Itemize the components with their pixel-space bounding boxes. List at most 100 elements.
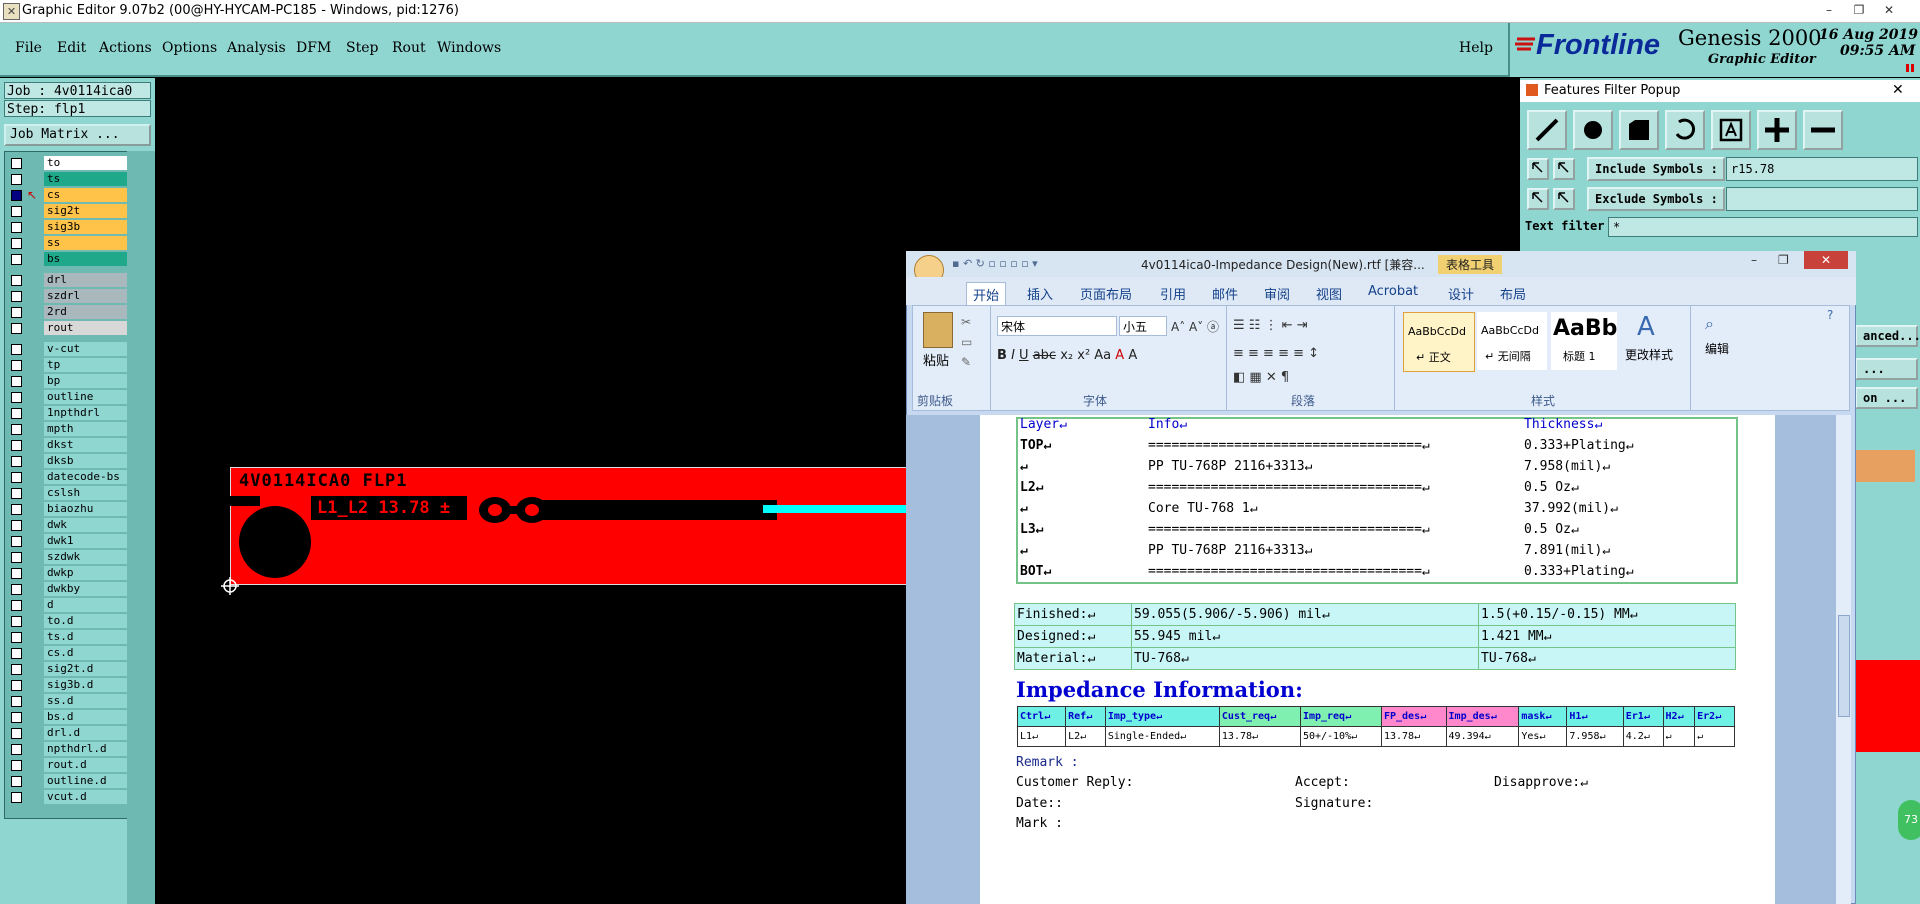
edit-label[interactable]: 编辑 (1705, 340, 1729, 357)
close-button[interactable]: ✕ (1876, 1, 1902, 19)
layer-checkbox[interactable] (11, 792, 22, 803)
layer-row[interactable]: outline.d (7, 774, 128, 788)
layer-row[interactable]: to (7, 156, 128, 170)
layer-checkbox[interactable] (11, 696, 22, 707)
layer-row[interactable]: dwkby (7, 582, 128, 596)
layer-row[interactable]: tp (7, 358, 128, 372)
change-styles-label[interactable]: 更改样式 (1625, 346, 1673, 363)
layer-name[interactable]: ts (44, 172, 128, 186)
layer-name[interactable]: cslsh (44, 486, 128, 500)
tab-design[interactable]: 设计 (1448, 284, 1474, 303)
layer-name[interactable]: outline (44, 390, 128, 404)
layer-checkbox[interactable] (11, 222, 22, 233)
layer-row[interactable]: bs.d (7, 710, 128, 724)
layer-checkbox[interactable] (11, 190, 22, 201)
layer-name[interactable]: tp (44, 358, 128, 372)
layer-checkbox[interactable] (11, 664, 22, 675)
menu-dfm[interactable]: DFM (296, 40, 331, 56)
layer-row[interactable]: dwkp (7, 566, 128, 580)
layer-name[interactable]: bp (44, 374, 128, 388)
text-filter-button[interactable] (1711, 110, 1751, 150)
layer-row[interactable]: v-cut (7, 342, 128, 356)
layer-name[interactable]: sig3b.d (44, 678, 128, 692)
style-normal[interactable]: AaBbCcDd ↵ 正文 (1403, 312, 1475, 372)
menu-windows[interactable]: Windows (437, 40, 501, 56)
menu-options[interactable]: Options (162, 40, 217, 56)
layer-name[interactable]: drl.d (44, 726, 128, 740)
font-name-select[interactable]: 宋体 (997, 316, 1117, 336)
menu-actions[interactable]: Actions (99, 40, 152, 56)
change-styles-icon[interactable]: A (1637, 312, 1655, 342)
layer-name[interactable]: sig2t (44, 204, 128, 218)
layer-checkbox[interactable] (11, 424, 22, 435)
layer-checkbox[interactable] (11, 307, 22, 318)
layer-checkbox[interactable] (11, 600, 22, 611)
layer-row[interactable]: npthdrl.d (7, 742, 128, 756)
layer-checkbox[interactable] (11, 344, 22, 355)
pad-filter-button[interactable] (1573, 110, 1613, 150)
layer-row[interactable]: szdwk (7, 550, 128, 564)
text-filter-input[interactable]: * (1608, 217, 1918, 237)
layer-row[interactable]: datecode-bs (7, 470, 128, 484)
include-pick-button[interactable] (1527, 158, 1549, 180)
layer-checkbox[interactable] (11, 552, 22, 563)
layer-row[interactable]: 2rd (7, 305, 128, 319)
layer-checkbox[interactable] (11, 712, 22, 723)
layer-row[interactable]: ts (7, 172, 128, 186)
layer-name[interactable]: szdwk (44, 550, 128, 564)
filter-option-button[interactable]: on ... (1855, 387, 1918, 409)
layer-row[interactable]: cs.d (7, 646, 128, 660)
layer-row[interactable]: dwk (7, 518, 128, 532)
tab-acrobat[interactable]: Acrobat (1368, 284, 1418, 299)
layer-name[interactable]: cs (44, 188, 128, 202)
layer-checkbox[interactable] (11, 323, 22, 334)
layer-name[interactable]: sig3b (44, 220, 128, 234)
layer-checkbox[interactable] (11, 536, 22, 547)
layer-checkbox[interactable] (11, 392, 22, 403)
layer-row[interactable]: drl.d (7, 726, 128, 740)
menu-help[interactable]: Help (1459, 40, 1493, 56)
layer-row[interactable]: vcut.d (7, 790, 128, 804)
layer-row[interactable]: sig3b (7, 220, 128, 234)
layer-name[interactable]: dwk (44, 518, 128, 532)
pcb-board[interactable]: 4V0114ICA0 FLP1 L1_L2 13.78 ± (230, 467, 919, 585)
layer-checkbox[interactable] (11, 206, 22, 217)
layer-name[interactable]: drl (44, 273, 128, 287)
tooling-hole[interactable] (239, 506, 311, 578)
layer-checkbox[interactable] (11, 568, 22, 579)
exclude-pick-button[interactable] (1527, 188, 1549, 210)
layer-checkbox[interactable] (11, 648, 22, 659)
menu-file[interactable]: File (15, 40, 42, 56)
word-min-button[interactable]: – (1751, 253, 1757, 267)
layer-row[interactable]: ss.d (7, 694, 128, 708)
word-help-icon[interactable]: ? (1827, 308, 1833, 322)
layer-checkbox[interactable] (11, 632, 22, 643)
exclude-symbols-input[interactable] (1726, 187, 1918, 211)
layer-name[interactable]: dwkby (44, 582, 128, 596)
layer-checkbox[interactable] (11, 174, 22, 185)
tab-insert[interactable]: 插入 (1027, 284, 1053, 303)
layer-row[interactable]: sig3b.d (7, 678, 128, 692)
pause-icon[interactable] (1905, 61, 1915, 72)
layer-row[interactable]: rout (7, 321, 128, 335)
layer-name[interactable]: datecode-bs (44, 470, 128, 484)
advanced-button[interactable]: anced... (1855, 325, 1920, 347)
layer-checkbox[interactable] (11, 520, 22, 531)
layer-name[interactable]: dkst (44, 438, 128, 452)
shading-border-buttons[interactable]: ◧ ▦ ✕ ¶ (1233, 370, 1289, 385)
layer-checkbox[interactable] (11, 488, 22, 499)
paste-label[interactable]: 粘贴 (923, 350, 949, 369)
layer-name[interactable]: biaozhu (44, 502, 128, 516)
layer-name[interactable]: ss.d (44, 694, 128, 708)
minimize-button[interactable]: – (1816, 1, 1842, 19)
layer-checkbox[interactable] (11, 744, 22, 755)
find-icon[interactable]: ⌕ (1705, 314, 1714, 334)
layer-checkbox[interactable] (11, 158, 22, 169)
tab-review[interactable]: 审阅 (1264, 284, 1290, 303)
layer-name[interactable]: to (44, 156, 128, 170)
layer-checkbox[interactable] (11, 680, 22, 691)
tab-layout[interactable]: 布局 (1500, 284, 1526, 303)
layer-checkbox[interactable] (11, 776, 22, 787)
arc-filter-button[interactable] (1665, 110, 1705, 150)
layer-checkbox[interactable] (11, 504, 22, 515)
